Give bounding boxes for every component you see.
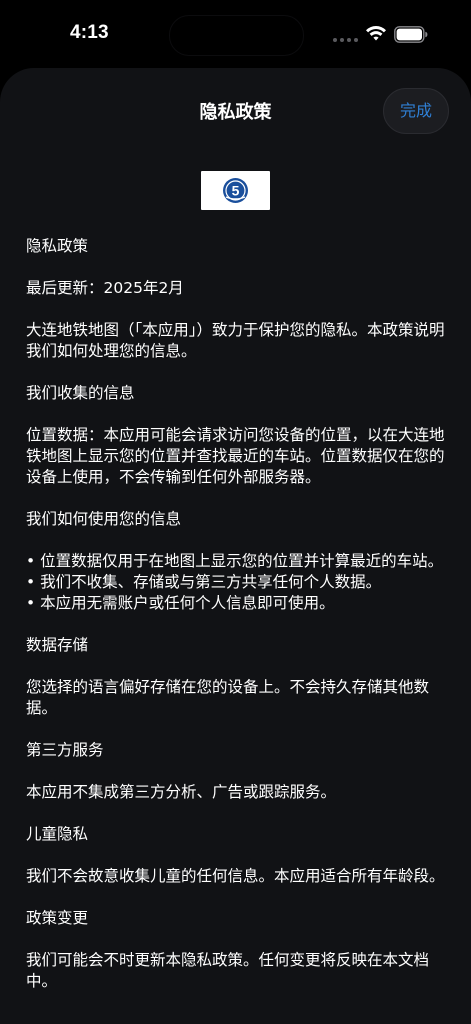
changes-heading: 政策变更 <box>26 909 89 927</box>
collect-body: 位置数据：本应用可能会请求访问您设备的位置，以在大连地铁地图上显示您的位置并查找… <box>26 426 445 486</box>
policy-content: 隐私政策 最后更新：2025年2月 大连地铁地图（「本应用」）致力于保护您的隐私… <box>26 236 446 1013</box>
done-button[interactable]: 完成 <box>383 88 449 134</box>
third-party-body: 本应用不集成第三方分析、广告或跟踪服务。 <box>26 783 337 801</box>
policy-intro: 大连地铁地图（「本应用」）致力于保护您的隐私。本政策说明我们如何处理您的信息。 <box>26 321 445 360</box>
use-bullet-1: • 位置数据仅用于在地图上显示您的位置并计算最近的车站。 <box>26 552 444 570</box>
logo-text: 5 <box>232 183 240 199</box>
children-heading: 儿童隐私 <box>26 825 89 843</box>
use-bullet-2: • 我们不收集、存储或与第三方共享任何个人数据。 <box>26 573 382 591</box>
screen: 4:13 隐私政策 完成 5 隐私政策 最后更新：2025年2月 大连地铁地图（… <box>0 0 471 1024</box>
collect-heading: 我们收集的信息 <box>26 384 135 402</box>
status-time: 4:13 <box>70 22 109 43</box>
third-party-heading: 第三方服务 <box>26 741 104 759</box>
cellular-signal-icon <box>333 38 359 43</box>
storage-heading: 数据存储 <box>26 636 89 654</box>
use-heading: 我们如何使用您的信息 <box>26 510 182 528</box>
storage-body: 您选择的语言偏好存储在您的设备上。不会持久存储其他数据。 <box>26 678 430 717</box>
wifi-icon <box>366 25 386 41</box>
children-body: 我们不会故意收集儿童的任何信息。本应用适合所有年龄段。 <box>26 867 445 885</box>
status-bar: 4:13 <box>0 0 471 66</box>
dynamic-island <box>169 15 304 56</box>
last-updated: 最后更新：2025年2月 <box>26 279 184 297</box>
privacy-policy-sheet: 隐私政策 完成 5 隐私政策 最后更新：2025年2月 大连地铁地图（「本应用」… <box>0 68 471 1024</box>
policy-heading: 隐私政策 <box>26 237 89 255</box>
dalian-metro-logo-icon: 5 <box>223 178 248 203</box>
changes-body: 我们可能会不时更新本隐私政策。任何变更将反映在本文档中。 <box>26 951 430 990</box>
battery-icon <box>394 26 428 43</box>
use-bullet-3: • 本应用无需账户或任何个人信息即可使用。 <box>26 594 335 612</box>
app-logo: 5 <box>201 171 270 210</box>
